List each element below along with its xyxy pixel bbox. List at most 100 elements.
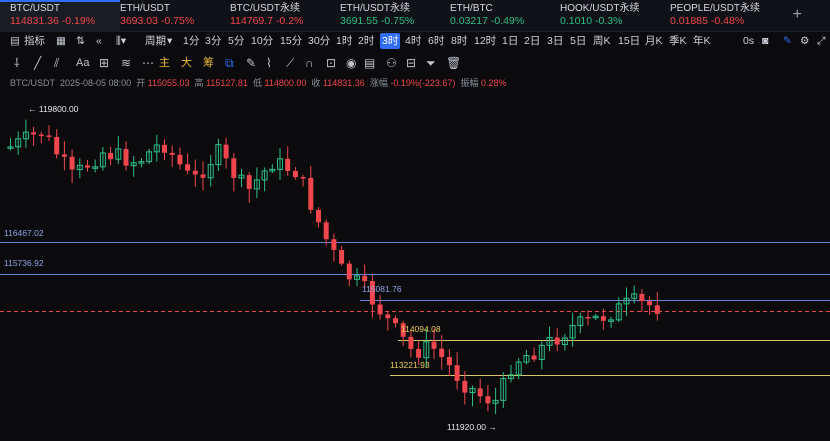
indicator-button[interactable]: 指标 (24, 31, 45, 51)
layout-icon[interactable]: ⊟ (406, 52, 416, 74)
main-indicator-button[interactable]: 主 (159, 52, 170, 74)
tf-10m[interactable]: 10分 (251, 31, 273, 51)
candle-body (177, 154, 183, 165)
tf-1h[interactable]: 1时 (336, 31, 352, 51)
more-tools-icon[interactable]: ⋯ (142, 52, 154, 74)
add-ticker-plus-icon[interactable]: + (793, 6, 802, 24)
candle-body (316, 209, 321, 223)
rewind-icon[interactable]: « (96, 31, 102, 51)
candle-body (485, 396, 491, 404)
candle-body (362, 275, 368, 282)
compare-icon[interactable]: ⇅ (76, 31, 85, 51)
ohlc-amplitude: 0.28% (480, 78, 507, 88)
settings-icon[interactable]: ⚙ (800, 31, 809, 51)
ticker-tab-eth-usdt[interactable]: ETH/USDT 3693.03 -0.75% (120, 2, 194, 30)
lock-icon[interactable]: ⊡ (326, 52, 336, 74)
ticker-name: BTC/USDT永续 (230, 3, 300, 14)
tf-2h[interactable]: 2时 (358, 31, 374, 51)
tf-3h[interactable]: 3时 (380, 33, 401, 49)
candle-body (300, 177, 306, 179)
ticker-tab-btc-usdt[interactable]: BTC/USDT 114831.36 -0.19% (0, 0, 120, 31)
fullscreen-icon[interactable]: ⤢ (817, 31, 825, 51)
ticker-tab-eth-btc[interactable]: ETH/BTC 0.03217 -0.49% (450, 2, 524, 30)
ticker-tab-hook-perp[interactable]: HOOK/USDT永续 0.1010 -0.3% (560, 2, 639, 30)
tf-year[interactable]: 年K (693, 31, 711, 51)
group-icon[interactable]: ⚇ (386, 52, 397, 74)
chart-canvas[interactable] (0, 92, 830, 436)
ticker-tab-people-perp[interactable]: PEOPLE/USDT永续 0.01885 -0.48% (670, 2, 760, 30)
candle-body (38, 134, 44, 137)
copy-drawing-icon[interactable]: ⧉ (225, 52, 234, 74)
tf-month[interactable]: 月K (645, 31, 663, 51)
ticker-value: 114769.7 -0.2% (230, 15, 304, 27)
measure-icon[interactable]: ⊞ (99, 52, 109, 74)
text-icon[interactable]: Aa (76, 52, 89, 74)
ohlc-date: 2025-08-05 08:00 (60, 78, 132, 88)
edit-icon[interactable]: ✎ (783, 31, 792, 51)
indicator-icon[interactable]: ▤ (10, 31, 20, 51)
candle-body (108, 152, 114, 160)
period-dropdown-icon[interactable]: ▾ (167, 31, 172, 51)
drawing-list-icon[interactable]: ▤ (364, 52, 375, 74)
camera-icon[interactable]: ◙ (762, 31, 768, 51)
candle-body (377, 304, 383, 315)
candle-body (231, 158, 237, 179)
tf-2d[interactable]: 2日 (524, 31, 540, 51)
hide-icon[interactable]: ◉ (346, 52, 356, 74)
big-order-button[interactable]: 大 (181, 52, 192, 74)
candle-body (431, 341, 437, 349)
calendar-icon[interactable]: ▦ (56, 31, 66, 51)
tf-5d[interactable]: 5日 (570, 31, 586, 51)
refresh-interval[interactable]: 0s (743, 31, 754, 51)
candle-body (416, 348, 422, 358)
tf-3m[interactable]: 3分 (205, 31, 221, 51)
filter-icon[interactable]: ⏷ (426, 52, 436, 74)
candle-body (246, 175, 252, 189)
trash-icon[interactable]: 🗑 (446, 52, 461, 74)
candle-body (477, 388, 483, 397)
candle-body (31, 132, 37, 135)
tf-1d[interactable]: 1日 (502, 31, 518, 51)
period-button[interactable]: 周期 (145, 31, 166, 51)
tf-5m[interactable]: 5分 (228, 31, 244, 51)
ticker-value: 0.01885 -0.48% (670, 15, 745, 27)
parallel-channel-icon[interactable]: ⫽ (54, 52, 59, 74)
tf-30m[interactable]: 30分 (308, 31, 330, 51)
ticker-name: HOOK/USDT永续 (560, 3, 640, 14)
ticker-tab-eth-perp[interactable]: ETH/USDT永续 3691.55 -0.75% (340, 2, 414, 30)
candlestick-chart[interactable]: ← 119800.00 116467.02 115736.92 115081.7… (0, 92, 830, 436)
ohlc-high: 115127.81 (206, 78, 248, 88)
tf-4h[interactable]: 4时 (405, 31, 421, 51)
ticker-name: ETH/BTC (450, 3, 493, 14)
magnet-icon[interactable]: ∩ (305, 52, 314, 74)
candle-body (46, 135, 52, 137)
ticker-tab-btc-perp[interactable]: BTC/USDT永续 114769.7 -0.2% (230, 2, 303, 30)
candle-body (462, 380, 468, 393)
fib-icon[interactable]: ≋ (121, 52, 131, 74)
tf-3d[interactable]: 3日 (547, 31, 563, 51)
tf-1m[interactable]: 1分 (183, 31, 199, 51)
ruler-icon[interactable]: ⟋ (286, 52, 294, 74)
ticker-value: 0.03217 -0.49% (450, 15, 525, 27)
tf-15m[interactable]: 15分 (280, 31, 302, 51)
tf-12h[interactable]: 12时 (474, 31, 496, 51)
candle-body (54, 136, 60, 155)
brush-icon[interactable]: ⌇ (266, 52, 272, 74)
candle-body (639, 293, 645, 302)
tf-15d[interactable]: 15日 (618, 31, 640, 51)
ticker-name: ETH/USDT永续 (340, 3, 410, 14)
candle-body (554, 337, 560, 345)
chip-distribution-button[interactable]: 筹 (203, 52, 214, 74)
drawing-toolbar: ⸸ ╱ ⫽ Aa ⊞ ≋ ⋯ 主 大 筹 ⧉ ✎ ⌇ ⟋ ∩ ⊡ ◉ ▤ ⚇ ⊟… (0, 52, 830, 74)
pen-icon[interactable]: ✎ (246, 52, 256, 74)
tf-6h[interactable]: 6时 (428, 31, 444, 51)
tf-quarter[interactable]: 季K (669, 31, 687, 51)
horizontal-line-icon[interactable]: ╱ (34, 52, 41, 74)
ohlc-info: BTC/USDT 2025-08-05 08:00 开 115055.03 高 … (10, 76, 507, 89)
crosshair-line-icon[interactable]: ⸸ (14, 52, 20, 74)
candle-body (61, 154, 67, 157)
tf-8h[interactable]: 8时 (451, 31, 467, 51)
tf-week[interactable]: 周K (593, 31, 611, 51)
high-marker-label: ← 119800.00 (28, 104, 79, 114)
candle-type-icon[interactable]: ⫼▾ (116, 31, 126, 51)
